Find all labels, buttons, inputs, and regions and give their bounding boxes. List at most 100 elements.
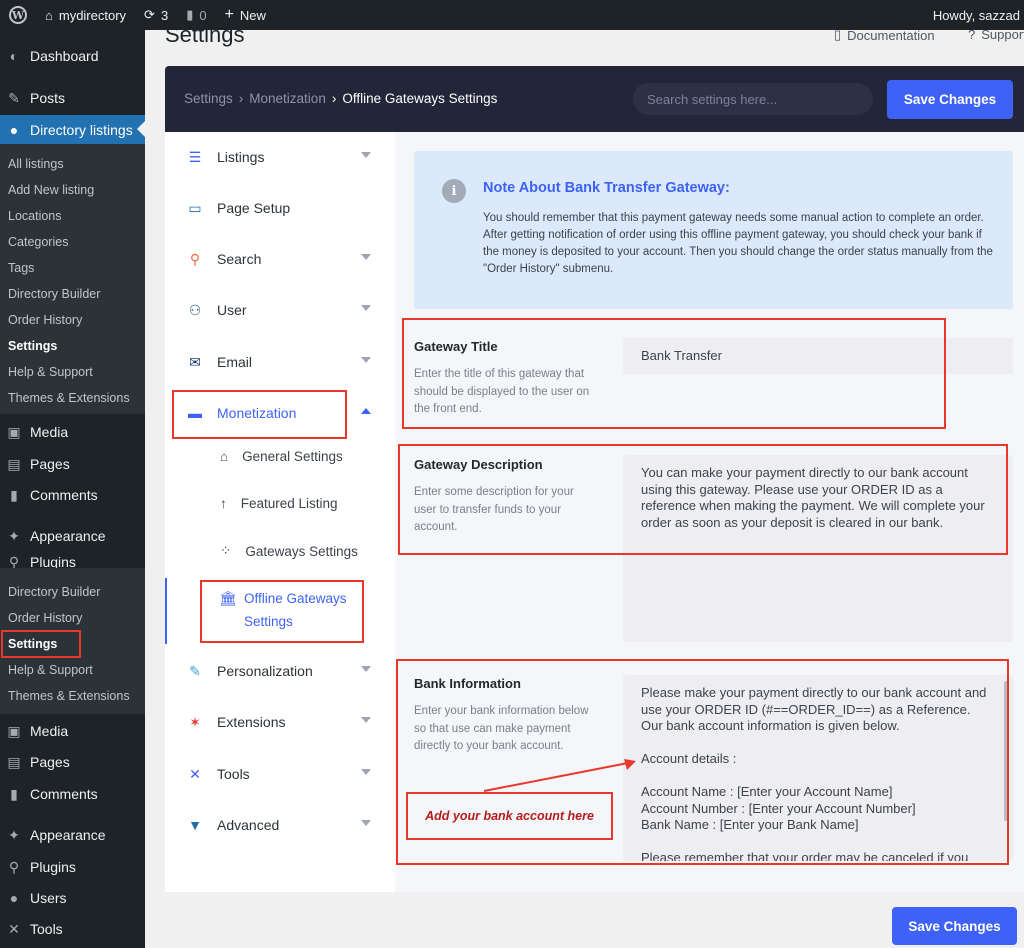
sidebar-item-posts[interactable]: ✎ Posts xyxy=(0,84,145,112)
sidebar-item-media-2[interactable]: ▣ Media xyxy=(0,717,145,745)
submenu-help-support-2[interactable]: Help & Support xyxy=(8,660,93,680)
submenu-categories[interactable]: Categories xyxy=(8,232,68,252)
breadcrumb-settings[interactable]: Settings xyxy=(184,91,233,106)
submenu-themes-extensions-2[interactable]: Themes & Extensions xyxy=(8,686,130,706)
chevron-right-icon: › xyxy=(238,91,244,106)
sidebar-item-comments[interactable]: ▮ Comments xyxy=(0,481,145,509)
gateway-description-help: Enter some description for your user to … xyxy=(414,486,574,533)
nav-general-settings[interactable]: ⌂ General Settings xyxy=(220,449,343,464)
brush-icon: ✎ xyxy=(189,662,201,679)
comments-icon: ▮ xyxy=(10,785,18,802)
submenu-add-new-listing[interactable]: Add New listing xyxy=(8,180,94,200)
refresh-icon: ⟳ xyxy=(144,7,155,22)
nav-label: Advanced xyxy=(217,817,280,833)
sidebar-item-label: Comments xyxy=(30,786,98,802)
annotation-arrow xyxy=(483,759,636,792)
nav-monetization[interactable]: ▬ Monetization xyxy=(165,388,395,438)
home-icon: ⌂ xyxy=(220,449,229,464)
nav-tools[interactable]: ✕ Tools xyxy=(165,749,395,799)
support-label: Support xyxy=(981,27,1024,42)
submenu-directory-builder[interactable]: Directory Builder xyxy=(8,284,100,304)
plugin-icon: ⚲ xyxy=(8,554,20,568)
submenu-directory-builder-2[interactable]: Directory Builder xyxy=(8,582,100,602)
save-button-label: Save Changes xyxy=(908,918,1001,934)
nav-offline-gateways-settings[interactable]: 🏛 Offline Gateways Settings xyxy=(165,578,395,644)
gateway-title-input[interactable]: Bank Transfer xyxy=(623,338,1013,374)
breadcrumb: Settings › Monetization › Offline Gatewa… xyxy=(184,91,497,106)
submenu-order-history[interactable]: Order History xyxy=(8,310,82,330)
bank-information-textarea[interactable]: Please make your payment directly to our… xyxy=(623,675,1013,861)
nav-sub-label-line2: Settings xyxy=(244,614,293,629)
nav-user[interactable]: ⚇ User xyxy=(165,285,395,335)
network-icon: ⁘ xyxy=(220,543,232,558)
nav-search[interactable]: ⚲ Search xyxy=(165,234,395,284)
nav-sub-label: Featured Listing xyxy=(240,496,338,511)
search-icon: ⚲ xyxy=(189,250,201,267)
sidebar-item-dashboard[interactable]: ◐ Dashboard xyxy=(0,42,145,70)
wp-logo-menu[interactable]: W xyxy=(0,0,36,30)
arrow-up-icon: ↑ xyxy=(220,496,227,511)
sidebar-item-pages[interactable]: ▤ Pages xyxy=(0,450,145,478)
submenu-locations[interactable]: Locations xyxy=(8,206,62,226)
gateway-description-textarea[interactable]: You can make your payment directly to ou… xyxy=(623,455,1013,642)
submenu-all-listings[interactable]: All listings xyxy=(8,154,64,174)
directory-icon: ● xyxy=(9,121,19,138)
gateway-title-description: Enter the title of this gateway that sho… xyxy=(414,368,590,415)
sidebar-item-label: Comments xyxy=(30,487,98,503)
site-name-link[interactable]: ⌂ mydirectory xyxy=(36,0,135,30)
submenu-order-history-2[interactable]: Order History xyxy=(8,608,82,628)
settings-nav: ☰ Listings ▭ Page Setup ⚲ Search ⚇ User … xyxy=(165,132,395,892)
support-link[interactable]: ? Support xyxy=(968,27,1024,42)
gateway-title-label: Gateway Title xyxy=(414,339,498,354)
nav-advanced[interactable]: ▼ Advanced xyxy=(165,800,395,850)
save-changes-button[interactable]: Save Changes xyxy=(887,80,1013,119)
submenu-tags[interactable]: Tags xyxy=(8,258,34,278)
brush-icon: ✦ xyxy=(8,527,20,544)
sidebar-item-plugins[interactable]: ⚲ Plugins xyxy=(0,554,145,568)
settings-search-input[interactable]: Search settings here... xyxy=(633,83,873,115)
sidebar-item-label: Media xyxy=(30,723,69,739)
sidebar-item-plugins-2[interactable]: ⚲ Plugins xyxy=(0,853,145,881)
sidebar-item-appearance[interactable]: ✦ Appearance xyxy=(0,522,145,550)
documentation-label: Documentation xyxy=(847,27,935,43)
chevron-down-icon xyxy=(361,717,371,723)
chevron-down-icon xyxy=(361,820,371,826)
nav-personalization[interactable]: ✎ Personalization xyxy=(165,646,395,696)
submenu-settings[interactable]: Settings xyxy=(8,336,57,356)
tools-icon: ✕ xyxy=(189,765,201,782)
documentation-link[interactable]: ▯ Documentation xyxy=(834,27,935,43)
sidebar-item-directory-listings[interactable]: ● Directory listings xyxy=(0,115,145,144)
nav-page-setup[interactable]: ▭ Page Setup xyxy=(165,183,395,233)
pages-icon: ▤ xyxy=(7,753,21,770)
sidebar-item-appearance-2[interactable]: ✦ Appearance xyxy=(0,821,145,849)
nav-gateways-settings[interactable]: ⁘ Gateways Settings xyxy=(220,543,358,559)
nav-email[interactable]: ✉ Email xyxy=(165,337,395,387)
sidebar-item-label: Dashboard xyxy=(30,48,99,64)
nav-sub-label: General Settings xyxy=(242,449,343,464)
nav-label: Listings xyxy=(217,149,265,165)
envelope-icon: ✉ xyxy=(189,353,201,370)
gateway-title-value: Bank Transfer xyxy=(641,348,722,363)
bank-information-value: Please make your payment directly to our… xyxy=(641,685,987,861)
my-account-link[interactable]: Howdy, sazzad xyxy=(933,0,1020,30)
sidebar-item-comments-2[interactable]: ▮ Comments xyxy=(0,780,145,808)
nav-featured-listing[interactable]: ↑ Featured Listing xyxy=(220,496,338,511)
submenu-help-support[interactable]: Help & Support xyxy=(8,362,93,382)
textarea-scrollbar[interactable] xyxy=(1004,681,1008,821)
list-icon: ☰ xyxy=(188,148,202,165)
sidebar-item-tools[interactable]: ✕ Tools xyxy=(0,915,145,943)
chevron-down-icon xyxy=(361,666,371,672)
sidebar-item-label: Pages xyxy=(30,754,70,770)
submenu-themes-extensions[interactable]: Themes & Extensions xyxy=(8,388,130,408)
sidebar-item-media[interactable]: ▣ Media xyxy=(0,418,145,446)
sidebar-item-label: Appearance xyxy=(30,827,106,843)
submenu-settings-2[interactable]: Settings xyxy=(8,634,57,654)
sidebar-item-label: Posts xyxy=(30,90,66,106)
breadcrumb-monetization[interactable]: Monetization xyxy=(249,91,326,106)
dashboard-icon: ◐ xyxy=(9,48,19,64)
sidebar-item-pages-2[interactable]: ▤ Pages xyxy=(0,748,145,776)
footer-save-changes-button[interactable]: Save Changes xyxy=(892,907,1017,945)
nav-listings[interactable]: ☰ Listings xyxy=(165,132,395,182)
sidebar-item-users[interactable]: ● Users xyxy=(0,884,145,912)
nav-extensions[interactable]: ✶ Extensions xyxy=(165,697,395,747)
